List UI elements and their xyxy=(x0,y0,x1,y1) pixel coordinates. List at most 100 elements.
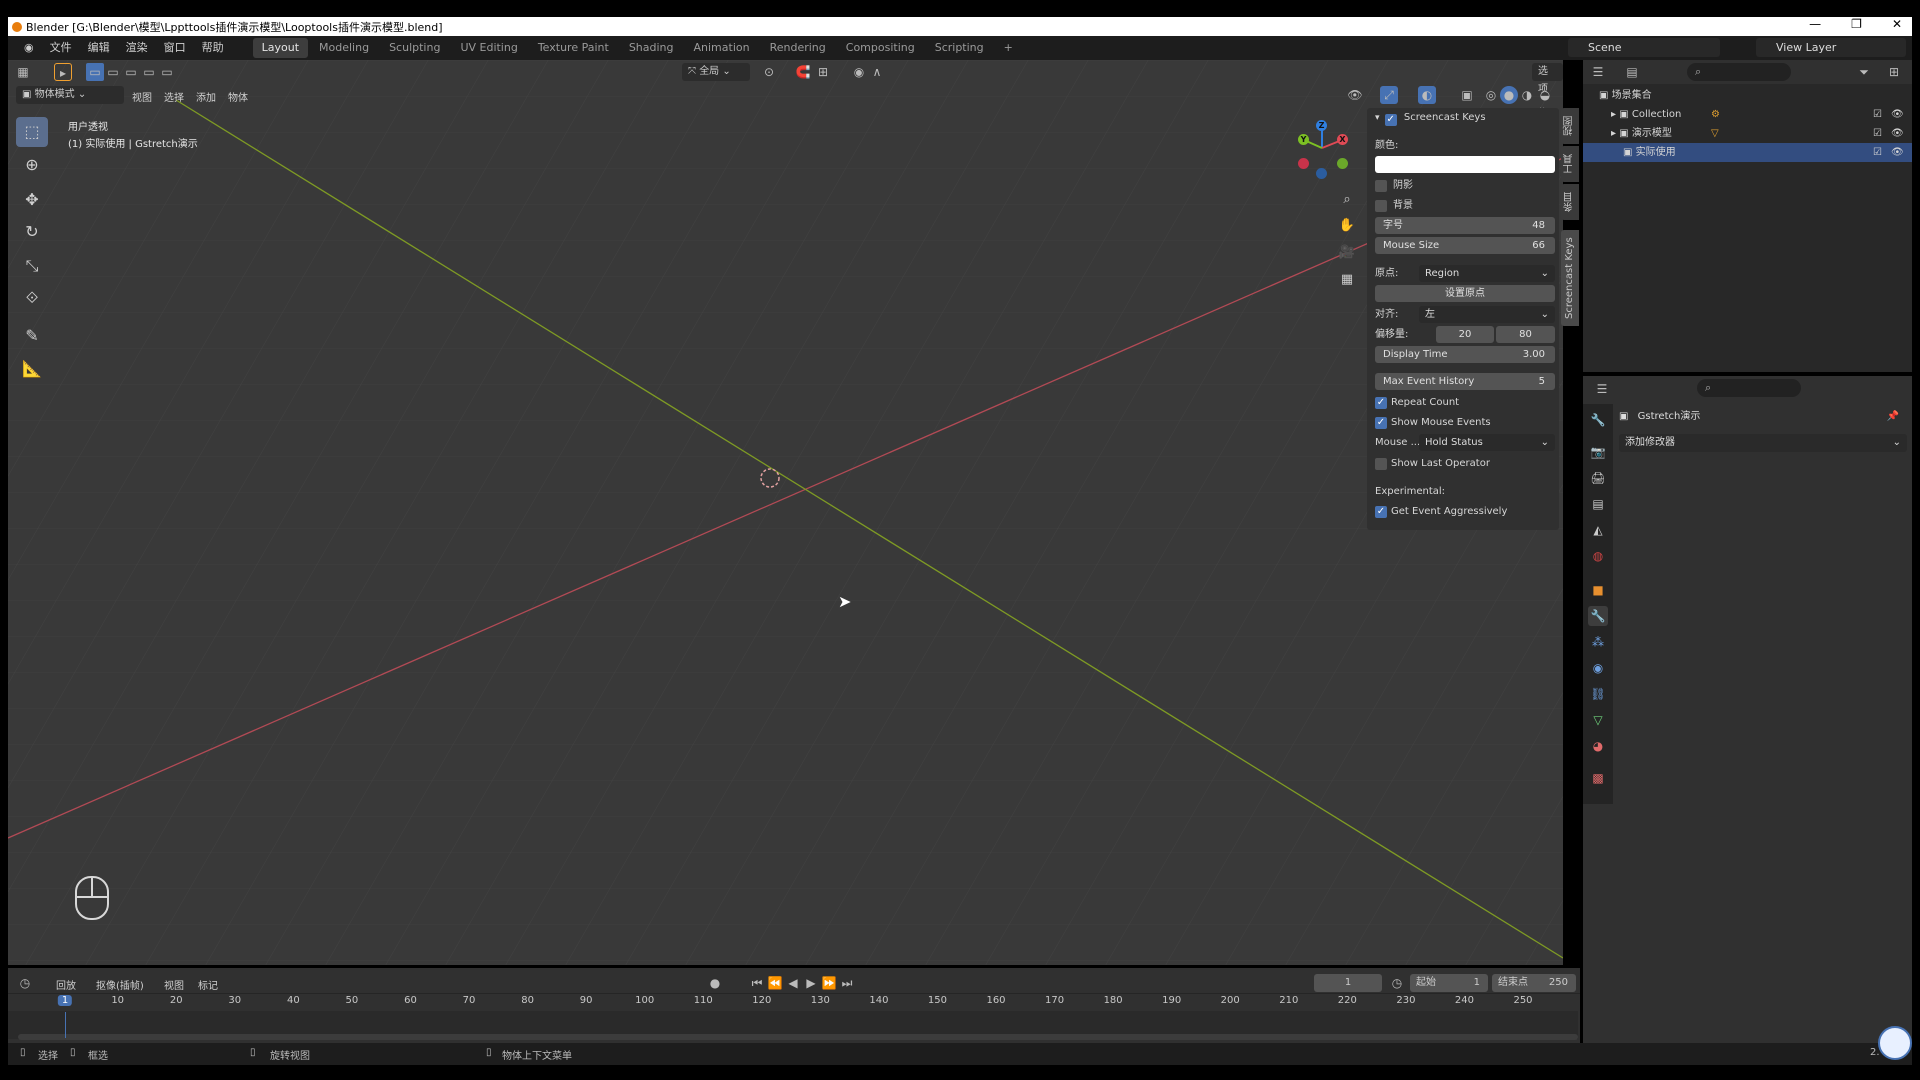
maximize-button[interactable]: ❐ xyxy=(1851,17,1862,31)
prev-keyframe-icon[interactable]: ⏪ xyxy=(766,974,784,992)
mouse-dropdown[interactable]: Hold Status ⌄ xyxy=(1419,434,1555,451)
annotate-tool-icon[interactable]: ✎ xyxy=(16,321,48,351)
camera-view-icon[interactable]: 🎥 xyxy=(1336,242,1358,264)
eye-icon[interactable]: 👁 xyxy=(1891,105,1904,124)
clock-icon[interactable]: ◷ xyxy=(1388,974,1406,992)
eye-icon[interactable]: 👁 xyxy=(1891,143,1904,162)
select-tool-icon[interactable]: ▸ xyxy=(54,63,72,81)
gizmo-neg-x-axis[interactable] xyxy=(1298,158,1309,169)
outliner-search-input[interactable]: ⌕ xyxy=(1687,63,1791,81)
transform-tool-icon[interactable]: ⟐ xyxy=(16,283,48,313)
show-mouse-events-checkbox[interactable]: ✓ xyxy=(1375,417,1387,429)
view-layer-props-icon[interactable]: ▤ xyxy=(1588,494,1608,514)
max-event-history-field[interactable]: Max Event History 5 xyxy=(1375,373,1555,390)
tab-modeling[interactable]: Modeling xyxy=(310,38,378,58)
mode-dropdown[interactable]: ▣ 物体模式 ⌄ xyxy=(16,86,124,104)
output-props-icon[interactable]: 🖨 xyxy=(1588,468,1608,488)
rotate-tool-icon[interactable]: ↻ xyxy=(16,217,48,247)
select-box-tool-icon[interactable]: ⬚ xyxy=(16,117,48,147)
menu-help[interactable]: 帮助 xyxy=(194,36,232,60)
outliner-scene-collection[interactable]: ▣ 场景集合 xyxy=(1583,86,1912,105)
screencast-enable-checkbox[interactable]: ✓ xyxy=(1384,114,1397,126)
gizmo-neg-z-axis[interactable] xyxy=(1316,168,1327,179)
editor-type-icon[interactable]: ☰ xyxy=(1593,380,1611,398)
color-swatch[interactable] xyxy=(1375,156,1555,173)
pin-icon[interactable]: 📌 xyxy=(1887,408,1899,426)
set-origin-button[interactable]: 设置原点 xyxy=(1375,285,1555,302)
particles-props-icon[interactable]: ⁂ xyxy=(1588,632,1608,652)
timeline-scrollbar[interactable] xyxy=(18,1034,1578,1040)
navigation-gizmo[interactable]: Z X Y xyxy=(1290,118,1350,179)
align-dropdown[interactable]: 左 ⌄ xyxy=(1419,306,1555,323)
xray-icon[interactable]: ▣ xyxy=(1458,86,1476,104)
start-frame-field[interactable]: 起始 1 xyxy=(1410,974,1488,992)
world-props-icon[interactable]: ◍ xyxy=(1588,546,1608,566)
zoom-icon[interactable]: ⌕ xyxy=(1336,189,1358,211)
minimize-button[interactable]: — xyxy=(1809,17,1821,31)
render-props-icon[interactable]: 📷 xyxy=(1588,442,1608,462)
origin-dropdown[interactable]: Region ⌄ xyxy=(1419,265,1555,282)
transform-orientation-dropdown[interactable]: ⤧ 全局 ⌄ xyxy=(682,63,750,81)
record-icon[interactable]: ● xyxy=(706,974,724,992)
tab-tool[interactable]: 工具 xyxy=(1561,146,1579,182)
proportional-edit-icon[interactable]: ◉ xyxy=(850,63,868,81)
view-layer-selector[interactable]: View Layer xyxy=(1756,38,1906,57)
modifier-props-icon[interactable]: 🔧 xyxy=(1588,606,1608,626)
exclude-checkbox[interactable]: ☑ xyxy=(1873,143,1882,162)
tool-props-icon[interactable]: 🔧 xyxy=(1588,410,1608,430)
select-mode-intersect-icon[interactable]: ▭ xyxy=(158,63,176,81)
editor-type-icon[interactable]: ◷ xyxy=(16,974,34,992)
menu-keying[interactable]: 抠像(插帧) xyxy=(96,977,144,992)
menu-file[interactable]: 文件 xyxy=(42,36,80,60)
menu-marker[interactable]: 标记 xyxy=(198,977,218,992)
scene-selector[interactable]: Scene xyxy=(1568,38,1720,57)
falloff-icon[interactable]: ∧ xyxy=(868,63,886,81)
offset-x-field[interactable]: 20 xyxy=(1436,326,1494,343)
material-props-icon[interactable]: ◕ xyxy=(1588,736,1608,756)
shading-material-icon[interactable]: ◑ xyxy=(1518,86,1536,104)
filter-icon[interactable]: ⏷ xyxy=(1855,63,1873,81)
tab-shading[interactable]: Shading xyxy=(620,38,683,58)
play-icon[interactable]: ▶ xyxy=(802,974,820,992)
outliner-row-demo-model[interactable]: ▸ ▣ 演示模型 ▽ ☑ 👁 xyxy=(1583,124,1912,143)
background-checkbox[interactable] xyxy=(1375,200,1387,212)
measure-tool-icon[interactable]: 📐 xyxy=(16,354,48,384)
outliner-row-collection[interactable]: ▸ ▣ Collection ⚙ ☑ 👁 xyxy=(1583,105,1912,124)
select-mode-subtract-icon[interactable]: ▭ xyxy=(122,63,140,81)
mouse-size-field[interactable]: Mouse Size 66 xyxy=(1375,237,1555,254)
add-modifier-dropdown[interactable]: 添加修改器 ⌄ xyxy=(1619,434,1907,452)
select-mode-new-icon[interactable]: ▭ xyxy=(86,63,104,81)
outliner-row-actual-use[interactable]: ▣ 实际使用 ☑ 👁 xyxy=(1583,143,1912,162)
menu-edit[interactable]: 编辑 xyxy=(80,36,118,60)
current-frame-marker[interactable]: 1 xyxy=(57,995,73,1006)
scale-tool-icon[interactable]: ⤡ xyxy=(16,251,48,281)
tab-sculpting[interactable]: Sculpting xyxy=(380,38,449,58)
shading-wireframe-icon[interactable]: ◎ xyxy=(1482,86,1500,104)
menu-render[interactable]: 渲染 xyxy=(118,36,156,60)
tab-compositing[interactable]: Compositing xyxy=(837,38,924,58)
new-collection-icon[interactable]: ⊞ xyxy=(1885,63,1903,81)
shading-solid-icon[interactable]: ● xyxy=(1500,86,1518,104)
scene-props-icon[interactable]: ◭ xyxy=(1588,520,1608,540)
close-button[interactable]: ✕ xyxy=(1892,17,1902,31)
move-tool-icon[interactable]: ✥ xyxy=(16,185,48,215)
menu-select[interactable]: 选择 xyxy=(164,89,184,104)
current-frame-field[interactable]: 1 xyxy=(1314,974,1382,992)
add-workspace-button[interactable]: + xyxy=(995,38,1022,58)
pan-hand-icon[interactable]: ✋ xyxy=(1336,215,1358,237)
end-frame-field[interactable]: 结束点 250 xyxy=(1492,974,1576,992)
tab-rendering[interactable]: Rendering xyxy=(761,38,835,58)
exclude-checkbox[interactable]: ☑ xyxy=(1873,105,1882,124)
blender-menu-icon[interactable]: ◉ xyxy=(16,36,42,60)
next-keyframe-icon[interactable]: ⏩ xyxy=(820,974,838,992)
gizmo-z-axis[interactable]: Z xyxy=(1316,120,1327,131)
menu-object[interactable]: 物体 xyxy=(228,89,248,104)
display-mode-icon[interactable]: ▤ xyxy=(1623,63,1641,81)
display-time-field[interactable]: Display Time 3.00 xyxy=(1375,346,1555,363)
exclude-checkbox[interactable]: ☑ xyxy=(1873,124,1882,143)
properties-search-input[interactable]: ⌕ xyxy=(1697,379,1801,397)
shadow-checkbox[interactable] xyxy=(1375,180,1387,192)
options-dropdown[interactable]: 选项 ⌄ xyxy=(1532,63,1563,113)
gizmo-toggle-icon[interactable]: ⤢ xyxy=(1380,86,1398,104)
pivot-point-icon[interactable]: ⊙ xyxy=(760,63,778,81)
